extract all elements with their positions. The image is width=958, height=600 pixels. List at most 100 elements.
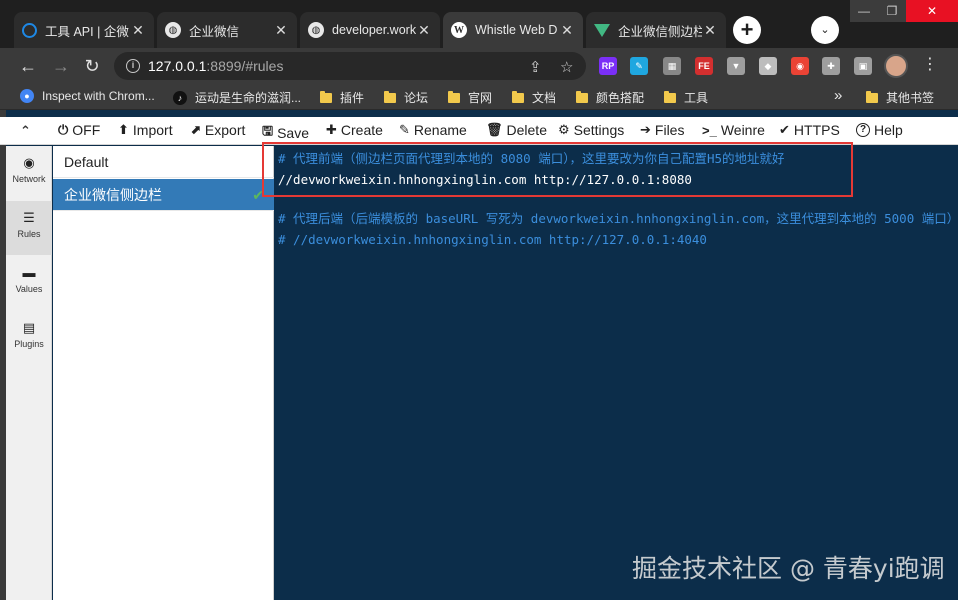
extension-qr-icon[interactable]: ▦ [663, 57, 681, 75]
nav-plugins[interactable]: ▤ Plugins [6, 311, 52, 365]
folder-icon [664, 90, 676, 103]
bookmark-folder-official[interactable]: 官网 [448, 89, 492, 106]
bookmark-label: 官网 [468, 91, 493, 105]
menu-label: Weinre [720, 122, 765, 138]
menu-save[interactable]: 🖫 Save [262, 122, 309, 144]
close-icon[interactable]: ✕ [130, 22, 146, 39]
bookmark-label: 其他书签 [886, 91, 935, 105]
nav-rules[interactable]: ☰ Rules [6, 201, 52, 255]
collapse-menu-icon[interactable]: ⌃ [20, 123, 31, 139]
bookmark-folder-tools[interactable]: 工具 [664, 89, 708, 106]
tab-enterprise-wechat[interactable]: ◍ 企业微信 ✕ [157, 12, 297, 48]
bookmark-label: 工具 [684, 91, 709, 105]
nav-label: Plugins [14, 339, 44, 349]
rules-editor[interactable]: # 代理前端（侧边栏页面代理到本地的 8080 端口），这里要改为你自己配置H5… [275, 146, 958, 600]
bookmark-folder-colors[interactable]: 颜色搭配 [576, 89, 644, 106]
menu-label: Rename [413, 122, 467, 138]
url-path: :8899/#rules [206, 58, 284, 74]
left-nav: ◉ Network ☰ Rules ▬ Values ▤ Plugins [6, 146, 52, 600]
close-icon[interactable]: ✕ [416, 22, 432, 39]
bookmark-folder-forum[interactable]: 论坛 [384, 89, 428, 106]
bookmark-folder-docs[interactable]: 文档 [512, 89, 556, 106]
folder-icon [384, 90, 396, 103]
reload-icon[interactable]: ↻ [80, 54, 104, 78]
menu-rename[interactable]: ✎ Rename [399, 122, 467, 138]
gear-icon: ⚙ [558, 122, 570, 137]
tab-developer-work[interactable]: ◍ developer.work ✕ [300, 12, 440, 48]
bookmark-folder-plugins[interactable]: 插件 [320, 89, 364, 106]
bookmarks-overflow-button[interactable]: » [834, 87, 842, 104]
globe-icon: ◍ [165, 22, 181, 38]
minimize-button[interactable]: — [850, 0, 878, 22]
save-icon: 🖫 [262, 123, 274, 138]
editor-line: # 代理后端（后端模板的 baseURL 写死为 devworkweixin.h… [278, 211, 958, 226]
rule-item-wechat-sidebar[interactable]: 企业微信侧边栏 ✔ [53, 179, 274, 211]
extension-vue-devtools-icon[interactable]: ▼ [727, 57, 745, 75]
tab-search-button[interactable]: ⌄ [811, 16, 839, 44]
tab-wechat-sidebar[interactable]: 企业微信侧边栏 ✕ [586, 12, 726, 48]
whistle-menubar: ⌃ ⏻ OFF ⬆ Import ⬈ Export 🖫 Save ✚ Create ✎ Re… [0, 117, 958, 145]
tab-qcloud-api[interactable]: 工具 API | 企微 ✕ [14, 12, 154, 48]
plugins-icon: ▤ [22, 320, 36, 335]
bookmarks-bar: ● Inspect with Chrom... ♪ 运动是生命的滋润... 插件… [0, 84, 958, 110]
close-icon[interactable]: ✕ [702, 22, 718, 39]
bookmark-tiktok[interactable]: ♪ 运动是生命的滋润... [173, 89, 301, 106]
extension-pen-icon[interactable]: ✎ [630, 57, 648, 75]
menu-import[interactable]: ⬆ Import [118, 122, 173, 138]
nav-label: Values [15, 284, 43, 294]
extensions-puzzle-icon[interactable]: ✚ [822, 57, 840, 75]
chrome-icon: ● [20, 89, 34, 103]
nav-network[interactable]: ◉ Network [6, 146, 52, 200]
forward-icon[interactable]: → [49, 54, 73, 78]
menu-label: Import [132, 122, 173, 138]
more-menu-icon[interactable]: ⋮ [922, 55, 938, 75]
share-icon[interactable]: ⇪ [529, 58, 542, 76]
back-icon[interactable]: ← [16, 54, 40, 78]
menu-https[interactable]: ✔ HTTPS [779, 122, 840, 138]
browser-tab-strip: 工具 API | 企微 ✕ ◍ 企业微信 ✕ ◍ developer.work … [0, 0, 958, 48]
menu-settings[interactable]: ⚙ Settings [558, 122, 624, 138]
trash-icon: 🗑 [486, 122, 503, 137]
close-icon[interactable]: ✕ [559, 22, 575, 39]
address-input[interactable]: i 127.0.0.1:8899/#rules ⇪ ☆ [114, 52, 586, 80]
rules-icon: ☰ [23, 210, 35, 225]
plus-icon: ✚ [326, 122, 337, 137]
bookmark-label: Inspect with Chrom... [42, 89, 155, 103]
tab-whistle[interactable]: W Whistle Web D ✕ [443, 12, 583, 48]
folder-icon: ▬ [22, 265, 36, 280]
menu-label: Create [340, 122, 383, 138]
other-bookmarks-folder[interactable]: 其他书签 [866, 89, 934, 106]
bookmark-star-icon[interactable]: ☆ [560, 58, 573, 76]
menu-export[interactable]: ⬈ Export [190, 122, 245, 138]
new-tab-button[interactable]: + [733, 16, 761, 44]
menu-label: Export [204, 122, 246, 138]
menu-delete[interactable]: 🗑 Delete [486, 122, 547, 138]
qcloud-icon [22, 22, 37, 38]
menu-label: HTTPS [793, 122, 840, 138]
maximize-button[interactable]: ❐ [878, 0, 906, 22]
extension-rp-icon[interactable]: RP [599, 57, 617, 75]
menu-help[interactable]: ? Help [856, 122, 903, 138]
nav-values[interactable]: ▬ Values [6, 256, 52, 310]
bookmark-label: 论坛 [404, 91, 429, 105]
close-icon[interactable]: ✕ [273, 22, 289, 39]
extension-fe-icon[interactable]: FE [695, 57, 713, 75]
menu-weinre[interactable]: >_ Weinre [702, 122, 765, 138]
bookmark-inspect[interactable]: ● Inspect with Chrom... [20, 89, 155, 103]
site-info-icon[interactable]: i [126, 59, 140, 73]
close-window-button[interactable]: ✕ [906, 0, 958, 22]
menu-off[interactable]: ⏻ OFF [58, 122, 100, 138]
menu-label: Save [277, 125, 309, 141]
extension-eraser-icon[interactable]: ◆ [759, 57, 777, 75]
rule-item-default[interactable]: Default [53, 146, 274, 178]
side-panel-icon[interactable]: ▣ [854, 57, 872, 75]
vue-icon [594, 23, 610, 37]
menu-files[interactable]: ➔ Files [640, 122, 684, 138]
profile-avatar[interactable] [884, 54, 908, 78]
folder-icon [320, 90, 332, 103]
extension-color-icon[interactable]: ◉ [791, 57, 809, 75]
rule-name: 企业微信侧边栏 [64, 187, 162, 203]
nav-label: Network [12, 174, 46, 184]
menu-label: Help [874, 122, 903, 138]
menu-create[interactable]: ✚ Create [326, 122, 383, 138]
